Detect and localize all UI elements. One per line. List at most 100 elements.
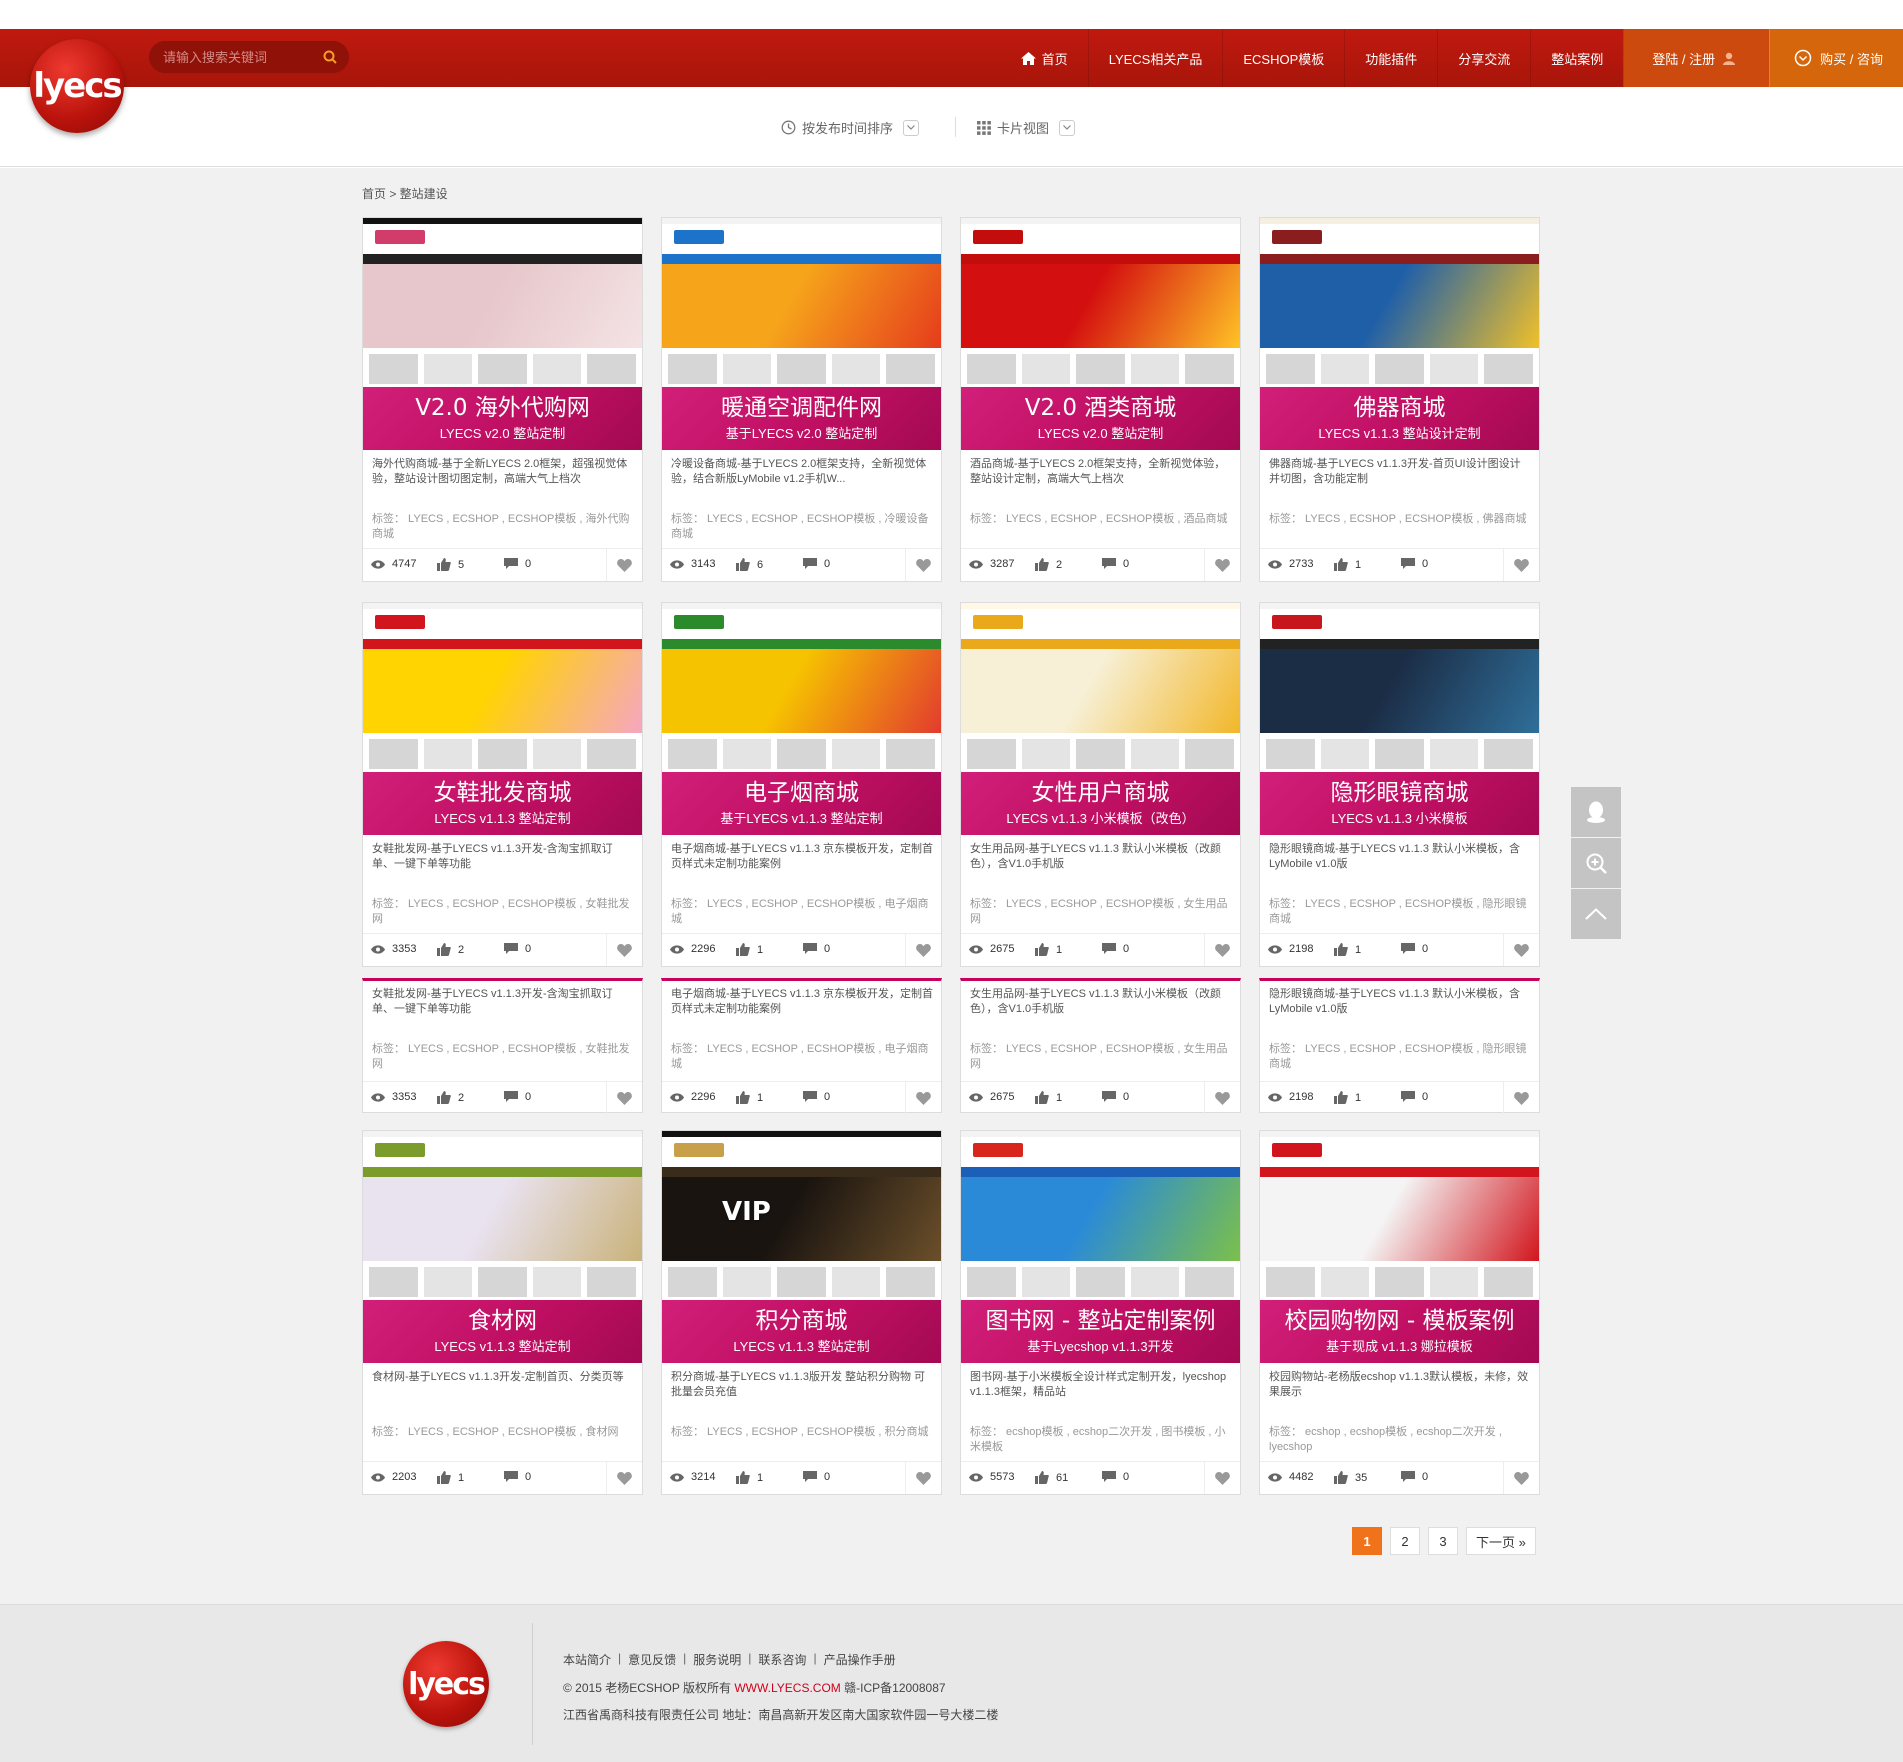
case-card[interactable]: 电子烟商城 基于LYECS v1.1.3 整站定制 电子烟商城-基于LYECS v1… (661, 602, 942, 967)
card-title-ribbon[interactable]: 隐形眼镜商城 LYECS v1.1.3 小米模板 (1260, 772, 1539, 835)
comment-count[interactable]: 0 (1401, 1471, 1428, 1483)
comment-count[interactable]: 0 (1102, 943, 1129, 955)
favorite-button[interactable] (1503, 549, 1539, 581)
comment-count[interactable]: 0 (1401, 558, 1428, 570)
card-title-ribbon[interactable]: V2.0 酒类商城 LYECS v2.0 整站定制 (961, 387, 1240, 450)
case-card-collapsed[interactable]: 女生用品网-基于LYECS v1.1.3 默认小米模板（改颜色），含V1.0手机… (960, 978, 1241, 1114)
favorite-button[interactable] (1503, 1082, 1539, 1114)
favorite-button[interactable] (905, 1462, 941, 1494)
like-count[interactable]: 1 (736, 1091, 763, 1104)
case-card-collapsed[interactable]: 电子烟商城-基于LYECS v1.1.3 京东模板开发，定制首页样式未定制功能案… (661, 978, 942, 1114)
qq-chat-button[interactable] (1571, 787, 1621, 837)
case-card[interactable]: 图书网 - 整站定制案例 基于Lyecshop v1.1.3开发 图书网-基于小米模… (960, 1130, 1241, 1495)
case-screenshot[interactable] (662, 603, 941, 772)
page-3-button[interactable]: 3 (1428, 1527, 1458, 1555)
case-screenshot[interactable] (961, 1131, 1240, 1300)
case-screenshot[interactable] (961, 603, 1240, 772)
card-title-ribbon[interactable]: 食材网 LYECS v1.1.3 整站定制 (363, 1300, 642, 1363)
like-count[interactable]: 1 (736, 943, 763, 956)
card-title-ribbon[interactable]: 暖通空调配件网 基于LYECS v2.0 整站定制 (662, 387, 941, 450)
site-logo[interactable]: lyecs (30, 39, 124, 133)
case-screenshot[interactable] (363, 1131, 642, 1300)
case-card[interactable]: VIP 积分商城 LYECS v1.1.3 整站定制 积分商城-基于LYECS v1.… (661, 1130, 942, 1495)
case-card[interactable]: 女鞋批发商城 LYECS v1.1.3 整站定制 女鞋批发网-基于LYECS v1.… (362, 602, 643, 967)
card-title-ribbon[interactable]: V2.0 海外代购网 LYECS v2.0 整站定制 (363, 387, 642, 450)
card-title-ribbon[interactable]: 校园购物网 - 模板案例 基于现成 v1.1.3 娜拉模板 (1260, 1300, 1539, 1363)
search-side-button[interactable] (1571, 838, 1621, 888)
comment-count[interactable]: 0 (1102, 558, 1129, 570)
sort-by-time-dropdown[interactable]: 按发布时间排序 (781, 118, 920, 137)
nav-lyecs-products[interactable]: LYECS相关产品 (1087, 29, 1223, 87)
like-count[interactable]: 1 (1334, 943, 1361, 956)
card-title-ribbon[interactable]: 电子烟商城 基于LYECS v1.1.3 整站定制 (662, 772, 941, 835)
comment-count[interactable]: 0 (1401, 943, 1428, 955)
favorite-button[interactable] (905, 1082, 941, 1114)
case-card[interactable]: 隐形眼镜商城 LYECS v1.1.3 小米模板 隐形眼镜商城-基于LYECS v1… (1259, 602, 1540, 967)
footer-link-manual[interactable]: 产品操作手册 (824, 1651, 896, 1668)
case-card[interactable]: V2.0 酒类商城 LYECS v2.0 整站定制 酒品商城-基于LYECS 2.0… (960, 217, 1241, 582)
case-card[interactable]: V2.0 海外代购网 LYECS v2.0 整站定制 海外代购商城-基于全新LYEC… (362, 217, 643, 582)
comment-count[interactable]: 0 (504, 1471, 531, 1483)
case-card[interactable]: 校园购物网 - 模板案例 基于现成 v1.1.3 娜拉模板 校园购物站-老杨版ecs… (1259, 1130, 1540, 1495)
comment-count[interactable]: 0 (504, 1091, 531, 1103)
next-page-button[interactable]: 下一页 » (1466, 1527, 1536, 1555)
like-count[interactable]: 61 (1035, 1471, 1068, 1484)
favorite-button[interactable] (606, 1082, 642, 1114)
case-screenshot[interactable] (363, 603, 642, 772)
buy-consult-button[interactable]: 购买 / 咨询 (1769, 29, 1903, 87)
comment-count[interactable]: 0 (1102, 1471, 1129, 1483)
case-screenshot[interactable] (363, 218, 642, 387)
favorite-button[interactable] (1503, 1462, 1539, 1494)
nav-home[interactable]: 首页 (1001, 29, 1088, 87)
like-count[interactable]: 35 (1334, 1471, 1367, 1484)
case-screenshot[interactable] (1260, 218, 1539, 387)
like-count[interactable]: 1 (1334, 1091, 1361, 1104)
like-count[interactable]: 2 (437, 1091, 464, 1104)
comment-count[interactable]: 0 (504, 558, 531, 570)
view-mode-dropdown[interactable]: 卡片视图 (977, 118, 1076, 137)
favorite-button[interactable] (1503, 934, 1539, 966)
case-screenshot[interactable]: VIP (662, 1131, 941, 1300)
case-card[interactable]: 暖通空调配件网 基于LYECS v2.0 整站定制 冷暖设备商城-基于LYECS 2… (661, 217, 942, 582)
footer-link-service[interactable]: 服务说明 (693, 1651, 741, 1668)
case-screenshot[interactable] (662, 218, 941, 387)
case-card-collapsed[interactable]: 隐形眼镜商城-基于LYECS v1.1.3 默认小米模板，含LyMobile v… (1259, 978, 1540, 1114)
search-icon[interactable] (323, 50, 337, 64)
login-register-button[interactable]: 登陆 / 注册 (1623, 29, 1770, 87)
favorite-button[interactable] (1204, 1082, 1240, 1114)
comment-count[interactable]: 0 (803, 1091, 830, 1103)
favorite-button[interactable] (606, 934, 642, 966)
card-title-ribbon[interactable]: 女鞋批发商城 LYECS v1.1.3 整站定制 (363, 772, 642, 835)
favorite-button[interactable] (606, 1462, 642, 1494)
card-title-ribbon[interactable]: 佛器商城 LYECS v1.1.3 整站设计定制 (1260, 387, 1539, 450)
comment-count[interactable]: 0 (1102, 1091, 1129, 1103)
footer-link-feedback[interactable]: 意见反馈 (628, 1651, 676, 1668)
nav-cases[interactable]: 整站案例 (1530, 29, 1623, 87)
favorite-button[interactable] (905, 549, 941, 581)
page-1-button[interactable]: 1 (1352, 1527, 1382, 1555)
comment-count[interactable]: 0 (803, 943, 830, 955)
case-card[interactable]: 食材网 LYECS v1.1.3 整站定制 食材网-基于LYECS v1.1.3开发… (362, 1130, 643, 1495)
like-count[interactable]: 2 (1035, 558, 1062, 571)
comment-count[interactable]: 0 (504, 943, 531, 955)
favorite-button[interactable] (1204, 934, 1240, 966)
favorite-button[interactable] (606, 549, 642, 581)
card-title-ribbon[interactable]: 图书网 - 整站定制案例 基于Lyecshop v1.1.3开发 (961, 1300, 1240, 1363)
case-screenshot[interactable] (1260, 603, 1539, 772)
like-count[interactable]: 1 (1035, 943, 1062, 956)
case-screenshot[interactable] (961, 218, 1240, 387)
card-title-ribbon[interactable]: 积分商城 LYECS v1.1.3 整站定制 (662, 1300, 941, 1363)
nav-share[interactable]: 分享交流 (1437, 29, 1530, 87)
like-count[interactable]: 6 (736, 558, 763, 571)
nav-plugins[interactable]: 功能插件 (1344, 29, 1437, 87)
page-2-button[interactable]: 2 (1390, 1527, 1420, 1555)
case-screenshot[interactable] (1260, 1131, 1539, 1300)
comment-count[interactable]: 0 (1401, 1091, 1428, 1103)
nav-ecshop-templates[interactable]: ECSHOP模板 (1222, 29, 1344, 87)
favorite-button[interactable] (905, 934, 941, 966)
like-count[interactable]: 1 (736, 1471, 763, 1484)
like-count[interactable]: 1 (1334, 558, 1361, 571)
copyright-domain-link[interactable]: WWW.LYECS.COM (734, 1681, 840, 1695)
like-count[interactable]: 1 (1035, 1091, 1062, 1104)
comment-count[interactable]: 0 (803, 558, 830, 570)
